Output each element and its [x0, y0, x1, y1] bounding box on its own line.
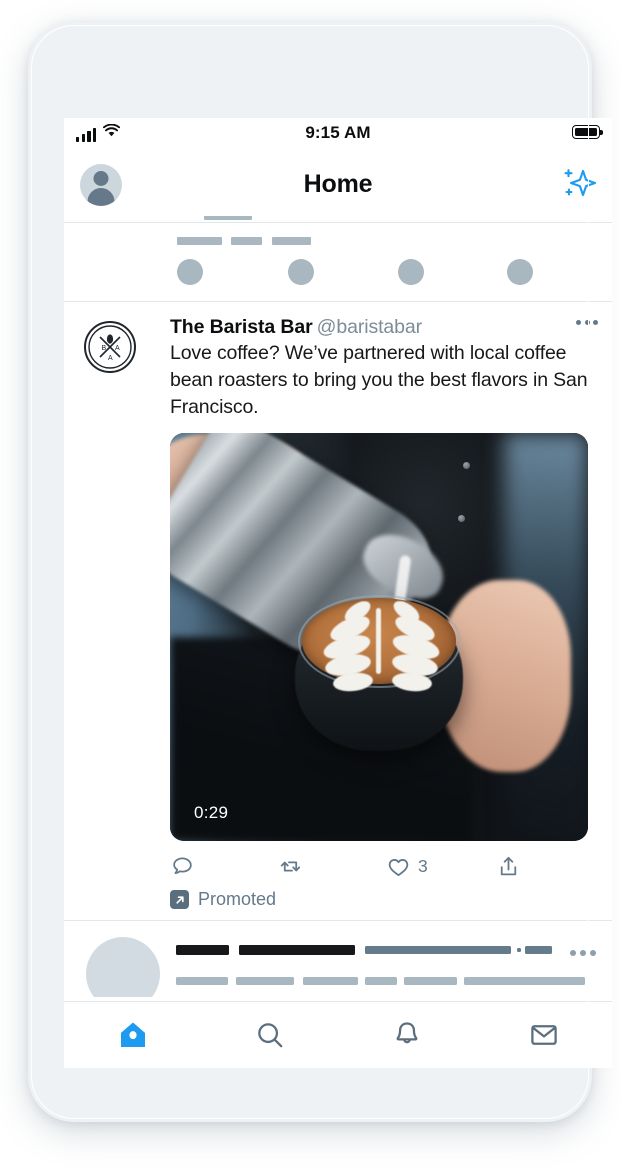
promoted-label: Promoted — [198, 889, 277, 909]
barista-bar-logo-icon[interactable]: B A A — [83, 320, 137, 374]
reply-icon[interactable] — [170, 854, 278, 879]
phone-frame: 9:15 AM Home B A A The Barista Bar @bari… — [28, 22, 612, 1122]
sparkle-icon[interactable] — [560, 166, 597, 207]
like-count: 3 — [418, 856, 428, 876]
skeleton-avatar — [86, 937, 160, 997]
skeleton-more-options-icon — [570, 950, 596, 956]
like-heart-icon[interactable]: 3 — [386, 854, 496, 879]
status-bar-time: 9:15 AM — [305, 123, 371, 142]
tab-bar — [64, 1001, 612, 1068]
share-icon[interactable] — [496, 854, 521, 879]
phone-screen: 9:15 AM Home B A A The Barista Bar @bari… — [64, 118, 612, 1068]
skeleton-row-partial — [64, 216, 612, 222]
tweet-card[interactable]: B A A The Barista Bar @baristabar Love c… — [64, 302, 612, 920]
tab-messages[interactable] — [475, 1019, 612, 1051]
svg-text:A: A — [115, 345, 120, 352]
tweet-author-name[interactable]: The Barista Bar — [170, 316, 313, 339]
tab-notifications[interactable] — [338, 1019, 475, 1051]
status-bar-right — [572, 125, 603, 139]
retweet-icon[interactable] — [278, 854, 386, 879]
status-bar: 9:15 AM — [64, 118, 612, 152]
tweet-media-video[interactable]: 0:29 — [170, 433, 588, 841]
tab-home[interactable] — [64, 1019, 201, 1051]
tweet-author-handle[interactable]: @baristabar — [317, 316, 423, 339]
promoted-row: Promoted — [170, 889, 596, 910]
tab-search[interactable] — [201, 1019, 338, 1051]
video-duration-badge: 0:29 — [184, 799, 239, 827]
tweet-body: The Barista Bar @baristabar Love coffee?… — [170, 316, 598, 841]
battery-full-icon — [572, 125, 603, 139]
tweet-header: The Barista Bar @baristabar — [170, 316, 598, 339]
tweet-text: Love coffee? We’ve partnered with local … — [170, 342, 588, 418]
svg-text:A: A — [108, 355, 113, 362]
profile-avatar-icon[interactable] — [80, 164, 122, 206]
skeleton-carousel — [64, 223, 612, 301]
more-options-icon[interactable] — [576, 320, 598, 325]
promoted-arrow-icon — [170, 890, 189, 909]
tweet-action-bar: 3 — [170, 854, 596, 879]
skeleton-tweet — [64, 921, 612, 997]
page-title: Home — [303, 169, 373, 198]
svg-text:B: B — [102, 345, 107, 352]
app-header: Home — [64, 152, 612, 216]
